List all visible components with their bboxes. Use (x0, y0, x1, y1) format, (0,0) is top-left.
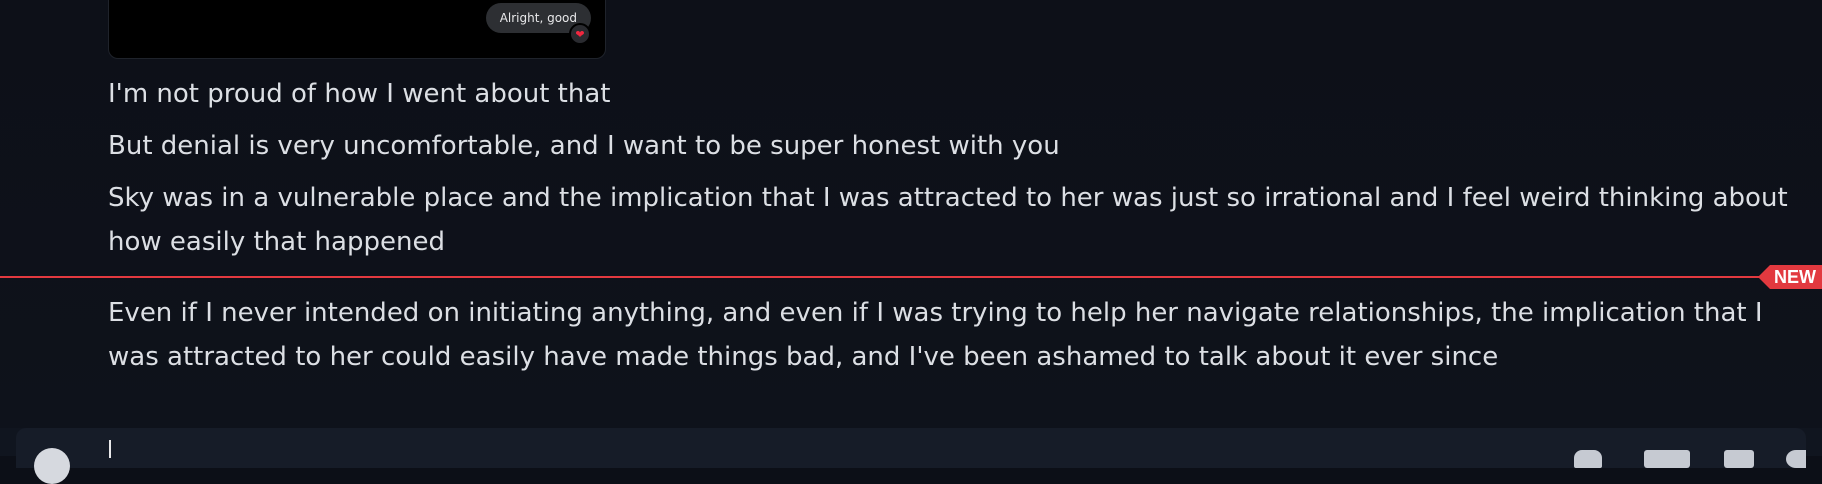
message-text: I'm not proud of how I went about that (108, 79, 611, 109)
message-composer[interactable] (0, 428, 1822, 484)
gif-icon[interactable] (1644, 450, 1690, 468)
message-text: But denial is very uncomfortable, and I … (108, 131, 1060, 161)
text-caret (109, 440, 111, 458)
new-messages-badge: NEW (1758, 265, 1822, 289)
message-input[interactable] (16, 428, 1806, 484)
gift-icon[interactable] (1574, 450, 1602, 468)
embedded-image[interactable]: Alright, good ❤ (108, 0, 606, 59)
message-text: Even if I never intended on initiating a… (108, 298, 1763, 372)
heart-icon: ❤ (569, 23, 591, 45)
emoji-icon[interactable] (1786, 450, 1806, 468)
new-messages-divider (0, 276, 1822, 278)
sticker-icon[interactable] (1724, 450, 1754, 468)
message-text: Sky was in a vulnerable place and the im… (108, 183, 1788, 257)
message-list: Alright, good ❤ I'm not proud of how I w… (0, 0, 1822, 428)
plus-circle-icon[interactable] (34, 448, 70, 484)
